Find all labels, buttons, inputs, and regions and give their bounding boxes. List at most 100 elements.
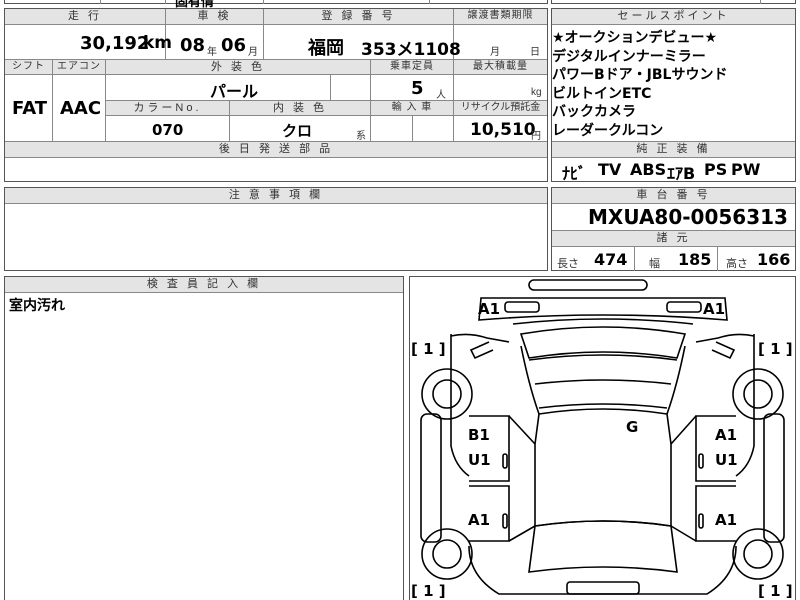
right-front-fender <box>695 333 755 343</box>
inspector-remark: 室内汚れ <box>9 298 65 314</box>
dash-line <box>512 318 694 325</box>
left-front-wheel-inner <box>432 379 462 409</box>
width-label: 幅 <box>649 258 660 270</box>
right-rear-wheel-inner <box>743 539 773 569</box>
right-side-skirt <box>763 413 785 543</box>
chassis-number: MXUA80-0056313 <box>588 205 788 229</box>
left-front-fender <box>450 333 510 343</box>
color-no-header: カラーNo. <box>133 102 202 114</box>
left-front-wheel <box>421 368 473 420</box>
top-strip-divider <box>263 0 264 4</box>
length-label: 長さ <box>557 258 579 270</box>
inspector-box <box>4 276 404 600</box>
right-rear-door-handle <box>698 513 704 529</box>
capacity-header: 乗車定員 <box>390 61 434 72</box>
row-divider <box>5 203 547 204</box>
mark-left-front-door: B1 <box>468 426 490 444</box>
length-value: 474 <box>594 250 628 269</box>
max-load-header: 最大積載量 <box>473 61 528 72</box>
col-divider <box>330 75 331 100</box>
mark-right-rear-wheel: [ 1 ] <box>758 582 793 600</box>
exterior-color-value: パール <box>210 82 259 101</box>
left-door-handle <box>502 453 508 469</box>
shift-value: FAT <box>12 98 48 119</box>
rear-outline <box>468 545 737 595</box>
interior-color-value: クロ <box>282 122 313 140</box>
mark-left-rear-door: A1 <box>468 511 491 529</box>
sales-points-header: セールスポイント <box>617 10 730 22</box>
equipment-item: PS <box>704 160 728 179</box>
mark-roof: G <box>626 418 639 436</box>
transfer-deadline-header: 譲渡書類期限 <box>467 10 534 21</box>
mileage-header: 走 行 <box>67 10 103 22</box>
left-rear-wheel <box>421 528 473 580</box>
row-divider <box>5 74 547 75</box>
sales-point-line: パワーBドア・JBLサウンド <box>552 67 728 83</box>
capacity-unit: 人 <box>436 90 446 101</box>
equipment-item: ｴｱB <box>667 164 696 183</box>
row-divider <box>552 157 795 158</box>
recycle-value: 10,510 <box>470 120 536 140</box>
top-strip-divider <box>429 0 430 4</box>
chassis-header: 車 台 番 号 <box>636 189 711 201</box>
exterior-color-header: 外 装 色 <box>210 61 266 73</box>
sales-point-line: ビルトインETC <box>552 85 652 102</box>
right-door-handle <box>698 453 704 469</box>
equipment-item: ABS <box>630 160 667 179</box>
col-divider <box>634 247 635 271</box>
right-front-wheel-inner <box>743 379 773 409</box>
inspection-month-unit: 月 <box>248 47 258 58</box>
capacity-value: 5 <box>411 78 424 99</box>
row-divider <box>552 246 795 247</box>
sales-point-line: デジタルインナーミラー <box>552 48 706 65</box>
inspector-header: 検 査 員 記 入 欄 <box>146 278 262 290</box>
inspection-year-unit: 年 <box>207 47 217 58</box>
width-value: 185 <box>678 250 712 269</box>
body-left-side <box>450 334 470 477</box>
sales-point-line: ★オークションデビュー★ <box>552 30 718 46</box>
aircon-header: エアコン <box>57 61 101 72</box>
left-c-pillar <box>508 525 536 542</box>
mark-right-front-door-2: U1 <box>715 451 738 469</box>
max-load-unit: kg <box>531 87 542 98</box>
mileage-value: 30,192 <box>80 33 150 54</box>
roof-panel <box>534 408 672 527</box>
row-divider <box>5 157 547 158</box>
right-front-wheel <box>732 368 784 420</box>
right-c-pillar <box>670 525 697 542</box>
row-divider <box>552 24 795 25</box>
interior-color-suffix: 系 <box>356 131 366 142</box>
sales-point-line: レーダークルコン <box>552 122 664 139</box>
inspection-month: 06 <box>221 35 247 56</box>
right-rear-wheel <box>732 528 784 580</box>
shift-header: シフト <box>12 61 45 72</box>
rear-window <box>528 520 678 573</box>
transfer-month-unit: 月 <box>490 47 500 58</box>
top-strip-divider <box>165 0 166 4</box>
left-mirror <box>469 341 494 360</box>
left-rear-door-handle <box>502 513 508 529</box>
left-side-skirt <box>420 413 442 543</box>
inspection-year: 08 <box>180 35 206 56</box>
height-value: 166 <box>757 250 791 269</box>
left-rear-wheel-inner <box>432 539 462 569</box>
sales-point-line: バックカメラ <box>552 104 636 120</box>
mark-right-front-door: A1 <box>715 426 738 444</box>
equipment-item: PW <box>731 160 761 179</box>
registration-region: 福岡 <box>308 38 344 59</box>
top-strip-divider <box>760 0 761 4</box>
height-label: 高さ <box>726 258 748 270</box>
import-header: 輸 入 車 <box>391 102 433 113</box>
right-mirror <box>711 341 736 360</box>
recycle-header: リサイクル預託金 <box>460 102 541 113</box>
inspection-header: 車 検 <box>197 10 232 22</box>
mark-left-front-door-2: U1 <box>468 451 491 469</box>
roof-front-line <box>528 354 678 361</box>
transfer-day-unit: 日 <box>530 47 540 58</box>
recycle-unit: 円 <box>531 131 541 142</box>
left-headlamp <box>504 301 540 313</box>
col-divider <box>717 247 718 271</box>
interior-color-header: 内 装 色 <box>272 102 328 114</box>
specs-header: 諸 元 <box>656 232 691 244</box>
left-b-pillar <box>508 415 536 445</box>
